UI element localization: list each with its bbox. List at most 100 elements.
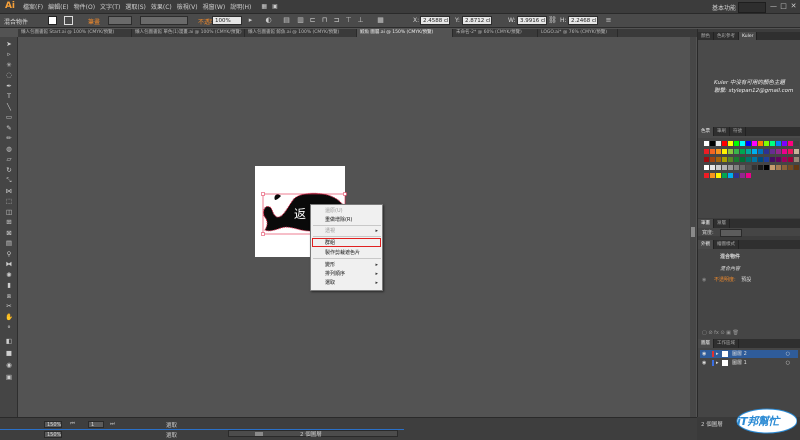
color-swatch[interactable]	[752, 149, 757, 154]
align-center-icon[interactable]: ⊓	[320, 16, 329, 25]
color-swatch[interactable]	[764, 141, 769, 146]
ctx-transform[interactable]: 變形 ▸	[311, 261, 382, 269]
color-swatch[interactable]	[788, 165, 793, 170]
perspective-grid-tool-icon[interactable]: ⊞	[3, 218, 15, 226]
vertical-scrollbar[interactable]	[690, 37, 696, 417]
tab-gradient[interactable]: 漸層	[714, 219, 730, 228]
color-swatch[interactable]	[752, 165, 757, 170]
w-field[interactable]: 3.9916 cl	[517, 16, 547, 25]
y-field[interactable]: 2.8712 cl	[462, 16, 492, 25]
color-swatch[interactable]	[710, 141, 715, 146]
color-swatch[interactable]	[770, 141, 775, 146]
color-swatch[interactable]	[740, 149, 745, 154]
menu-window[interactable]: 視窗(W)	[203, 2, 226, 11]
color-swatch[interactable]	[746, 165, 751, 170]
color-swatch[interactable]	[710, 165, 715, 170]
align-top-icon[interactable]: ⊤	[344, 16, 353, 25]
color-swatch[interactable]	[734, 157, 739, 162]
lasso-tool-icon[interactable]: ◌	[3, 71, 15, 79]
eyedropper-tool-icon[interactable]: ⚲	[3, 250, 15, 258]
free-transform-tool-icon[interactable]: ⬚	[3, 197, 15, 205]
zoom-field[interactable]: 150%	[44, 421, 62, 428]
color-swatch[interactable]	[704, 149, 709, 154]
color-swatch[interactable]	[740, 165, 745, 170]
draw-mode-icon[interactable]: ◉	[3, 361, 15, 369]
color-swatch[interactable]	[704, 157, 709, 162]
color-swatch[interactable]	[734, 141, 739, 146]
color-swatch[interactable]	[782, 149, 787, 154]
ctx-undo[interactable]: 還原(U)	[311, 207, 382, 215]
ctx-redo[interactable]: 重做增除(R)	[311, 216, 382, 224]
gradient-tool-icon[interactable]: ▤	[3, 239, 15, 247]
color-swatch[interactable]	[746, 173, 751, 178]
color-swatch[interactable]	[734, 173, 739, 178]
screen-mode-icon[interactable]: ▣	[3, 373, 15, 381]
tab-layers[interactable]: 圖層	[698, 339, 714, 348]
color-swatch[interactable]	[770, 157, 775, 162]
column-graph-tool-icon[interactable]: ▮	[3, 281, 15, 289]
page-field[interactable]: 1	[88, 421, 104, 428]
shape-builder-tool-icon[interactable]: ◫	[3, 208, 15, 216]
h-field[interactable]: 2.2468 cl	[568, 16, 598, 25]
color-swatch[interactable]	[704, 173, 709, 178]
zoom-tool-icon[interactable]: ⚬	[3, 323, 15, 331]
color-mode-icon[interactable]: ■	[3, 349, 15, 357]
pencil-tool-icon[interactable]: ✏	[3, 134, 15, 142]
search-input[interactable]	[738, 2, 766, 13]
tab-untitled[interactable]: 未命名-2* @ 60% (CMYK/預覽)	[453, 29, 538, 37]
last-page-icon[interactable]: ⏭	[110, 421, 115, 428]
color-swatch[interactable]	[728, 165, 733, 170]
color-swatch[interactable]	[764, 165, 769, 170]
tab-artboards[interactable]: 工作區域	[714, 339, 739, 348]
hand-tool-icon[interactable]: ✋	[3, 313, 15, 321]
color-swatch[interactable]	[740, 157, 745, 162]
menu-file[interactable]: 檔案(F)	[23, 2, 43, 11]
recolor-icon[interactable]: ◐	[264, 16, 273, 25]
color-swatch[interactable]	[764, 157, 769, 162]
tab-brushes[interactable]: 筆刷	[714, 127, 730, 136]
maximize-button[interactable]: □	[779, 2, 788, 11]
menu-edit[interactable]: 編輯(E)	[48, 2, 68, 11]
tab-whale-active[interactable]: 鯨魚 圖層.ai @ 150% (CMYK/預覽)	[357, 29, 453, 37]
color-swatch[interactable]	[776, 157, 781, 162]
color-swatch[interactable]	[752, 157, 757, 162]
color-swatch[interactable]	[758, 157, 763, 162]
close-button[interactable]: ✕	[789, 2, 798, 11]
tab-comic[interactable]: 懶人包圖書館 單色(1)漫畫.ai @ 100% (CMYK/預覽)	[132, 29, 245, 37]
tab-whale-library[interactable]: 懶人包圖書館 鯨魚.ai @ 100% (CMYK/預覽)	[245, 29, 357, 37]
appearance-footer-icons[interactable]: ▢ ⊘ fx ⊙ ▣ 🗑	[702, 329, 798, 337]
color-swatch[interactable]	[734, 149, 739, 154]
rotate-tool-icon[interactable]: ↻	[3, 166, 15, 174]
transform-icon[interactable]: ▦	[376, 16, 385, 25]
color-swatch[interactable]	[746, 141, 751, 146]
fill-swatch[interactable]	[48, 16, 57, 25]
color-swatch[interactable]	[794, 149, 799, 154]
ctx-select[interactable]: 選取 ▸	[311, 279, 382, 287]
eraser-tool-icon[interactable]: ▱	[3, 155, 15, 163]
color-swatch[interactable]	[728, 157, 733, 162]
color-swatch[interactable]	[710, 157, 715, 162]
tab-logo[interactable]: LOGO.ai* @ 76% (CMYK/預覽)	[538, 29, 618, 37]
color-swatch[interactable]	[716, 173, 721, 178]
type-tool-icon[interactable]: T	[3, 92, 15, 100]
tab-stroke[interactable]: 筆畫	[698, 219, 714, 228]
color-swatch[interactable]	[728, 149, 733, 154]
color-swatch[interactable]	[776, 149, 781, 154]
color-swatch[interactable]	[740, 141, 745, 146]
align-icon[interactable]: ▤	[282, 16, 291, 25]
color-swatch[interactable]	[704, 141, 709, 146]
color-swatch[interactable]	[704, 165, 709, 170]
color-swatch[interactable]	[770, 149, 775, 154]
color-swatch[interactable]	[722, 149, 727, 154]
color-swatch[interactable]	[758, 165, 763, 170]
color-swatch[interactable]	[716, 149, 721, 154]
color-swatch[interactable]	[758, 141, 763, 146]
opacity-field[interactable]: 100%	[212, 16, 242, 25]
magic-wand-tool-icon[interactable]: ✳	[3, 61, 15, 69]
color-swatch[interactable]	[788, 149, 793, 154]
zoom-field-lower[interactable]: 150%	[44, 431, 62, 438]
color-swatch[interactable]	[782, 141, 787, 146]
menu-view[interactable]: 檢視(V)	[177, 2, 198, 11]
menu-effect[interactable]: 效果(C)	[151, 2, 172, 11]
color-swatch[interactable]	[782, 165, 787, 170]
